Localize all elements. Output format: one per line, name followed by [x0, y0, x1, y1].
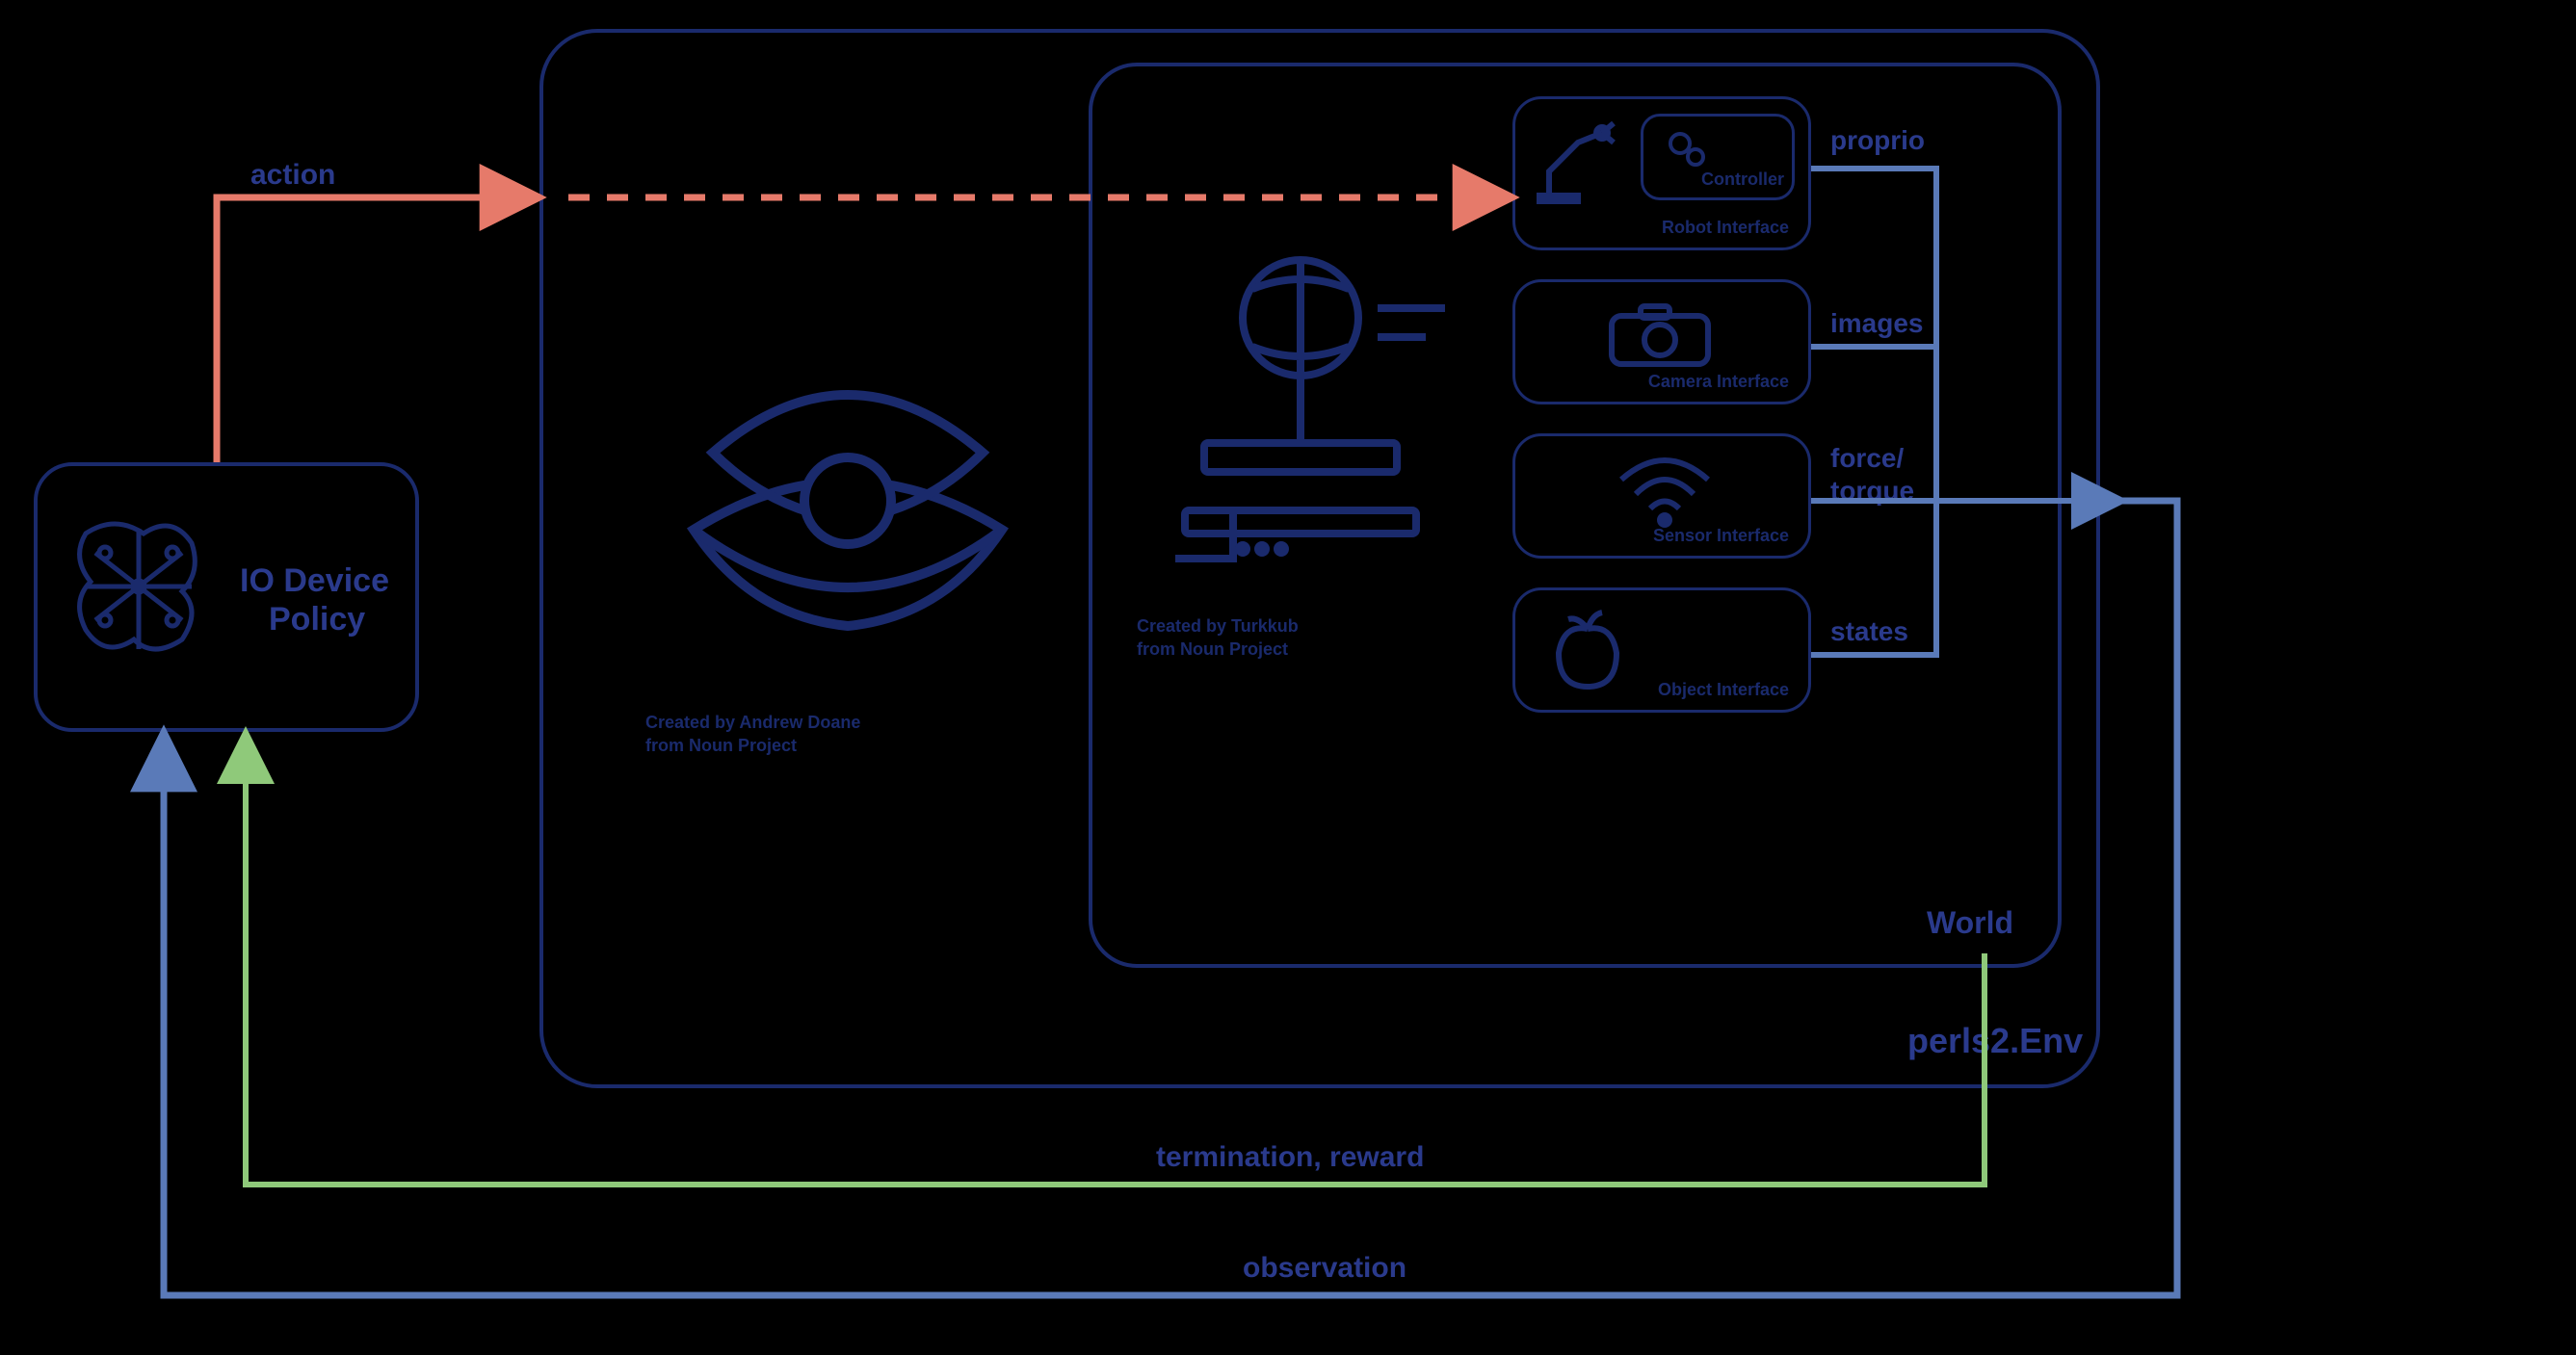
images-label: images	[1830, 308, 1924, 339]
pearl-icon	[636, 279, 1060, 664]
action-label: action	[250, 159, 335, 192]
object-interface-box: Object Interface	[1512, 587, 1811, 713]
observation-label: observation	[1243, 1252, 1406, 1285]
controller-label: Controller	[1701, 169, 1784, 190]
force-label-2: torque	[1830, 476, 1914, 507]
pearl-credit-1: Created by Andrew Doane	[645, 713, 860, 733]
pearl-credit-2: from Noun Project	[645, 736, 797, 756]
world-title: World	[1927, 905, 2013, 941]
wifi-icon	[1612, 451, 1718, 528]
manipulation-icon	[1127, 221, 1445, 587]
force-label-1: force/	[1830, 443, 1904, 474]
robot-interface-box: Controller Robot Interface	[1512, 96, 1811, 250]
sensor-interface-box: Sensor Interface	[1512, 433, 1811, 559]
gears-icon	[1663, 126, 1711, 174]
env-title: perls2.Env	[1907, 1021, 2083, 1061]
camera-icon	[1602, 301, 1718, 369]
manip-credit-2: from Noun Project	[1137, 639, 1288, 660]
policy-box: IO Device Policy	[34, 462, 419, 732]
camera-interface-label: Camera Interface	[1648, 372, 1789, 392]
object-interface-label: Object Interface	[1658, 680, 1789, 700]
controller-box: Controller	[1641, 114, 1795, 200]
sensor-interface-label: Sensor Interface	[1653, 526, 1789, 546]
action-arrow-solid	[217, 197, 536, 462]
robot-arm-icon	[1535, 118, 1621, 205]
proprio-label: proprio	[1830, 125, 1925, 156]
states-label: states	[1830, 616, 1908, 647]
policy-title-1: IO Device	[240, 562, 389, 600]
robot-interface-label: Robot Interface	[1662, 218, 1789, 238]
neural-net-icon	[66, 505, 211, 668]
termination-label: termination, reward	[1156, 1141, 1424, 1174]
camera-interface-box: Camera Interface	[1512, 279, 1811, 404]
manip-credit-1: Created by Turkkub	[1137, 616, 1299, 637]
policy-title-2: Policy	[269, 601, 365, 638]
apple-icon	[1544, 605, 1631, 691]
